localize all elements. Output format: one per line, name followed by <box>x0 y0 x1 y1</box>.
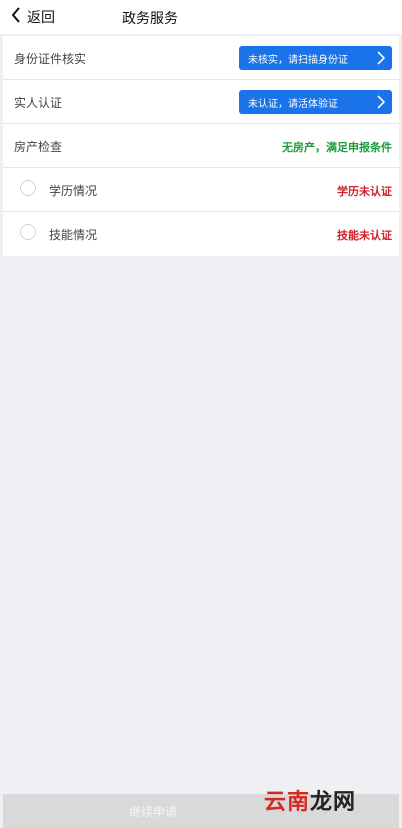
chevron-left-icon <box>10 7 22 27</box>
row-label: 实人认证 <box>14 96 63 110</box>
continue-apply-button[interactable]: 继续申请 <box>3 794 303 828</box>
button-label: 未核实，请扫描身份证 <box>248 54 348 66</box>
row-label: 身份证件核实 <box>14 52 87 66</box>
row-label: 技能情况 <box>49 228 98 242</box>
skills-radio[interactable] <box>20 224 36 240</box>
status-text: 技能未认证 <box>337 229 392 242</box>
status-text: 无房产，满足申报条件 <box>282 141 392 154</box>
row-property-check: 房产检查 无房产，满足申报条件 <box>3 124 399 168</box>
scan-id-card-button[interactable]: 未核实，请扫描身份证 <box>239 46 392 70</box>
back-button[interactable]: 返回 <box>10 6 55 28</box>
row-label: 房产检查 <box>14 140 63 154</box>
education-radio[interactable] <box>20 180 36 196</box>
liveness-verify-button[interactable]: 未认证，请活体验证 <box>239 90 392 114</box>
top-nav-bar: 返回 政务服务 <box>0 0 402 34</box>
back-label: 返回 <box>27 10 55 26</box>
button-label: 未认证，请活体验证 <box>248 98 338 110</box>
verification-list: 身份证件核实 未核实，请扫描身份证 实人认证 未认证，请活体验证 房产检查 无房… <box>3 36 399 256</box>
status-text: 学历未认证 <box>337 185 392 198</box>
row-label: 学历情况 <box>49 184 98 198</box>
row-id-verification: 身份证件核实 未核实，请扫描身份证 <box>3 36 399 80</box>
row-real-person-auth: 实人认证 未认证，请活体验证 <box>3 80 399 124</box>
page-title: 政务服务 <box>122 11 178 27</box>
row-education: 学历情况 学历未认证 <box>3 168 399 212</box>
site-watermark: 云南龙网 <box>264 790 357 815</box>
row-skills: 技能情况 技能未认证 <box>3 212 399 256</box>
